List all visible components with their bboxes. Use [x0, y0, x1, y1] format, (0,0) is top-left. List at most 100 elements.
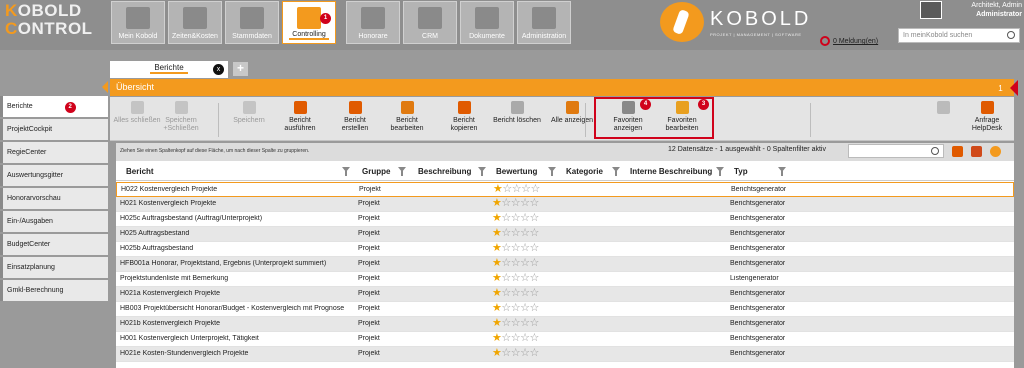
collapse-left-icon[interactable]	[102, 81, 108, 93]
sidebar-item-honorarvorschau[interactable]: Honorarvorschau	[0, 188, 108, 209]
group-panel[interactable]: Ziehen Sie einen Spaltenkopf auf diese F…	[116, 143, 1014, 161]
add-tab-button[interactable]: +	[233, 62, 248, 76]
bericht-erstellen-button[interactable]: Bericht erstellen	[330, 101, 380, 133]
star-icon[interactable]: ★	[493, 183, 503, 195]
star-icon[interactable]: ☆	[520, 212, 530, 224]
table-row[interactable]: H025 Auftragsbestand Projekt ★☆☆☆☆ Berichts…	[116, 227, 1014, 242]
star-icon[interactable]: ☆	[530, 197, 540, 209]
sidebar-item-ein-ausgaben[interactable]: Ein-/Ausgaben	[0, 211, 108, 232]
sidebar-item-berichte[interactable]: Berichte 2	[0, 96, 108, 117]
star-icon[interactable]: ☆	[511, 332, 521, 344]
star-icon[interactable]: ☆	[501, 242, 511, 254]
star-icon[interactable]: ☆	[530, 302, 540, 314]
kobold-control-logo[interactable]: KOBOLD CONTROL	[5, 2, 105, 38]
filter-icon[interactable]	[778, 167, 786, 176]
star-icon[interactable]: ☆	[501, 212, 511, 224]
column-header-bericht[interactable]: Bericht	[126, 167, 154, 176]
table-row[interactable]: H021b Kostenvergleich Projekte Projekt ★☆☆…	[116, 317, 1014, 332]
global-search-input[interactable]: In meinKobold suchen	[898, 28, 1020, 43]
rating-stars[interactable]: ★☆☆☆☆	[492, 213, 539, 224]
star-icon[interactable]: ☆	[530, 347, 540, 359]
star-icon[interactable]: ☆	[520, 197, 530, 209]
module-crm[interactable]: CRM	[403, 1, 457, 44]
sidebar-item-auswertungsgitter[interactable]: Auswertungsgitter	[0, 165, 108, 186]
star-icon[interactable]: ☆	[530, 242, 540, 254]
avatar[interactable]	[920, 1, 942, 19]
star-icon[interactable]: ★	[492, 242, 502, 254]
table-row[interactable]: H022 Kostenvergleich Projekte Projekt ★☆☆☆…	[116, 182, 1014, 197]
filter-icon[interactable]	[548, 167, 556, 176]
column-header-gruppe[interactable]: Gruppe	[362, 167, 390, 176]
table-row[interactable]: H001 Kostenvergleich Unterprojekt, Tätig…	[116, 332, 1014, 347]
alle-anzeigen-button[interactable]: Alle anzeigen	[547, 101, 597, 125]
module-dokumente[interactable]: Dokumente	[460, 1, 514, 44]
star-icon[interactable]: ☆	[520, 257, 530, 269]
module-controlling[interactable]: Controlling 1	[282, 1, 336, 44]
search-icon[interactable]	[1007, 31, 1015, 39]
filter-icon[interactable]	[398, 167, 406, 176]
rating-stars[interactable]: ★☆☆☆☆	[492, 303, 539, 314]
search-icon[interactable]	[931, 147, 939, 155]
star-icon[interactable]: ★	[492, 212, 502, 224]
star-icon[interactable]: ☆	[511, 272, 521, 284]
star-icon[interactable]: ★	[492, 302, 502, 314]
star-icon[interactable]: ☆	[511, 197, 521, 209]
table-row[interactable]: H021 Kostenvergleich Projekte Projekt ★☆☆☆…	[116, 197, 1014, 212]
filter-icon[interactable]	[478, 167, 486, 176]
star-icon[interactable]: ☆	[530, 272, 540, 284]
column-header-beschreibung[interactable]: Beschreibung	[418, 167, 471, 176]
star-icon[interactable]: ★	[492, 347, 502, 359]
filter-icon[interactable]	[612, 167, 620, 176]
module-zeiten-kosten[interactable]: Zeiten&Kosten	[168, 1, 222, 44]
table-row[interactable]: HFB001a Honorar, Projektstand, Ergebnis …	[116, 257, 1014, 272]
sidebar-item-einsatzplanung[interactable]: Einsatzplanung	[0, 257, 108, 278]
star-icon[interactable]: ★	[492, 272, 502, 284]
star-icon[interactable]: ☆	[511, 212, 521, 224]
grid-search-input[interactable]	[848, 144, 944, 158]
alles-schlie-en-button[interactable]: Alles schließen	[112, 101, 162, 125]
speichern-schlie-en-button[interactable]: Speichern +Schließen	[156, 101, 206, 133]
star-icon[interactable]: ☆	[511, 347, 521, 359]
table-row[interactable]: H025c Auftragsbestand (Auftrag/Unterproj…	[116, 212, 1014, 227]
star-icon[interactable]: ☆	[520, 272, 530, 284]
user-info[interactable]: Architekt, Admin Administrator	[946, 1, 1022, 19]
close-tab-icon[interactable]: x	[213, 64, 224, 75]
star-icon[interactable]: ☆	[501, 197, 511, 209]
rating-stars[interactable]: ★☆☆☆☆	[492, 288, 539, 299]
table-row[interactable]: H021e Kosten-Stundenvergleich Projekte Pr…	[116, 347, 1014, 362]
star-icon[interactable]: ★	[492, 257, 502, 269]
filter-icon[interactable]	[342, 167, 350, 176]
bericht-kopieren-button[interactable]: Bericht kopieren	[439, 101, 489, 133]
rating-stars[interactable]: ★☆☆☆☆	[492, 228, 539, 239]
star-icon[interactable]: ☆	[511, 317, 521, 329]
rating-stars[interactable]: ★☆☆☆☆	[492, 273, 539, 284]
star-icon[interactable]: ☆	[520, 302, 530, 314]
upload-icon[interactable]	[971, 146, 982, 157]
rating-stars[interactable]: ★☆☆☆☆	[492, 318, 539, 329]
star-icon[interactable]: ☆	[520, 332, 530, 344]
star-icon[interactable]: ☆	[501, 317, 511, 329]
settings-button[interactable]	[918, 101, 968, 117]
anfrage-helpdesk-button[interactable]: Anfrage HelpDesk	[962, 101, 1012, 133]
star-icon[interactable]: ☆	[520, 317, 530, 329]
right-panel-badge[interactable]: 1	[994, 83, 1007, 95]
bericht-ausführen-button[interactable]: Bericht ausführen	[275, 101, 325, 133]
module-stammdaten[interactable]: Stammdaten	[225, 1, 279, 44]
star-icon[interactable]: ☆	[521, 183, 531, 195]
module-administration[interactable]: Administration	[517, 1, 571, 44]
star-icon[interactable]: ☆	[501, 347, 511, 359]
star-icon[interactable]: ☆	[520, 287, 530, 299]
export-icon[interactable]	[952, 146, 963, 157]
rating-stars[interactable]: ★☆☆☆☆	[492, 258, 539, 269]
star-icon[interactable]: ☆	[531, 183, 541, 195]
bericht-löschen-button[interactable]: Bericht löschen	[492, 101, 542, 125]
module-honorare[interactable]: Honorare	[346, 1, 400, 44]
star-icon[interactable]: ★	[492, 227, 502, 239]
star-icon[interactable]: ☆	[520, 242, 530, 254]
column-header-interne-beschreibung[interactable]: Interne Beschreibung	[630, 167, 712, 176]
star-icon[interactable]: ☆	[501, 302, 511, 314]
star-icon[interactable]: ★	[492, 197, 502, 209]
column-header-bewertung[interactable]: Bewertung	[496, 167, 537, 176]
star-icon[interactable]: ★	[492, 287, 502, 299]
star-icon[interactable]: ☆	[520, 347, 530, 359]
